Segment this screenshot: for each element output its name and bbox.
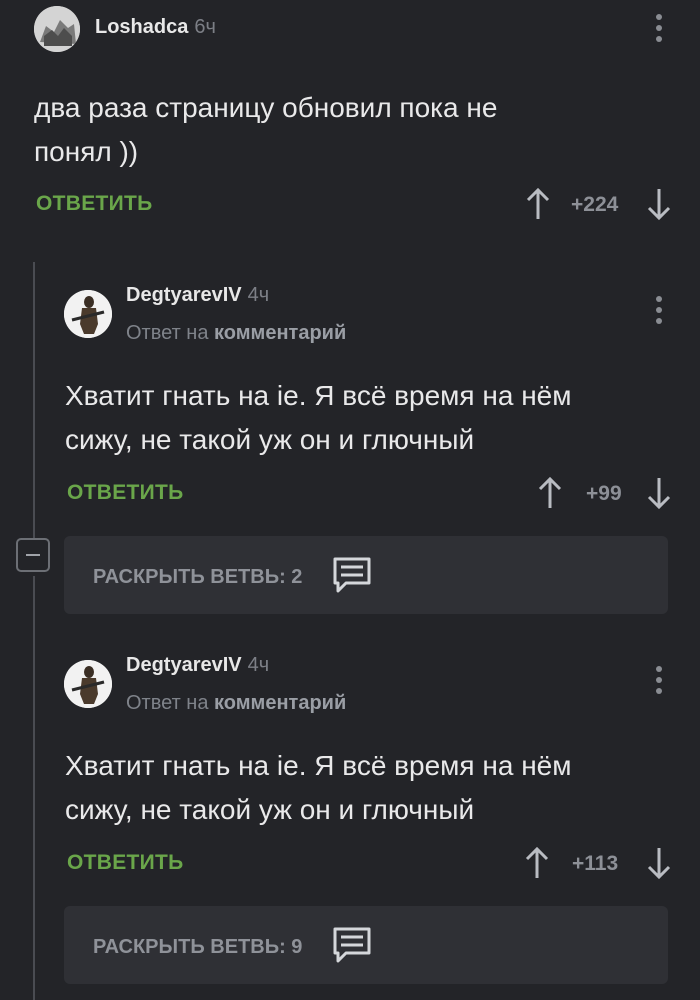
collapse-thread-button[interactable] <box>16 538 50 572</box>
expand-branch-button[interactable]: РАСКРЫТЬ ВЕТВЬ: 9 <box>64 906 668 984</box>
arrow-up-icon[interactable] <box>537 476 563 515</box>
arrow-down-icon[interactable] <box>646 476 672 515</box>
comment-text-line: Хватит гнать на ie. Я всё время на нём <box>65 380 572 411</box>
comment-time: 4ч <box>247 654 270 676</box>
reply-to-link[interactable]: комментарий <box>214 322 346 344</box>
comment-text: Хватит гнать на ie. Я всё время на нём с… <box>65 374 685 462</box>
arrow-up-icon[interactable] <box>525 187 551 226</box>
expand-branch-label: РАСКРЫТЬ ВЕТВЬ: 9 <box>93 936 303 958</box>
vote-score: +224 <box>571 193 619 216</box>
more-vertical-icon[interactable] <box>656 296 662 329</box>
reply-to-prefix: Ответ на <box>126 322 209 344</box>
comment-text-line: сижу, не такой уж он и глючный <box>65 794 475 825</box>
avatar[interactable] <box>64 290 112 338</box>
thread-line <box>33 262 35 538</box>
avatar[interactable] <box>34 6 80 52</box>
username[interactable]: Loshadca <box>95 16 188 38</box>
reply-button[interactable]: ОТВЕТИТЬ <box>67 481 184 505</box>
comment-time: 4ч <box>247 284 270 306</box>
reply-to: Ответ на комментарий <box>126 692 346 715</box>
comment-header: DegtyarevIV 4ч <box>126 284 269 307</box>
expand-branch-button[interactable]: РАСКРЫТЬ ВЕТВЬ: 2 <box>64 536 668 614</box>
reply-button[interactable]: ОТВЕТИТЬ <box>36 192 153 216</box>
arrow-down-icon[interactable] <box>646 846 672 885</box>
comment-text-line: Хватит гнать на ie. Я всё время на нём <box>65 750 572 781</box>
more-vertical-icon[interactable] <box>656 14 662 47</box>
comment-time: 6ч <box>194 16 216 38</box>
reply-to: Ответ на комментарий <box>126 322 346 345</box>
reply-to-link[interactable]: комментарий <box>214 692 346 714</box>
comment-text: два раза страницу обновил пока не понял … <box>34 86 674 174</box>
comment-header: DegtyarevIV 4ч <box>126 654 269 677</box>
comment-text: Хватит гнать на ie. Я всё время на нём с… <box>65 744 685 832</box>
vote-score: +113 <box>572 852 619 875</box>
more-vertical-icon[interactable] <box>656 666 662 699</box>
comment-icon <box>332 926 372 969</box>
comment-text-line: сижу, не такой уж он и глючный <box>65 424 475 455</box>
username[interactable]: DegtyarevIV <box>126 284 242 306</box>
vote-score: +99 <box>586 482 622 505</box>
arrow-up-icon[interactable] <box>524 846 550 885</box>
expand-branch-label: РАСКРЫТЬ ВЕТВЬ: 2 <box>93 566 303 588</box>
comment-text-line: понял )) <box>34 136 139 167</box>
thread-line <box>33 576 35 1000</box>
reply-button[interactable]: ОТВЕТИТЬ <box>67 851 184 875</box>
comment-icon <box>332 556 372 599</box>
avatar[interactable] <box>64 660 112 708</box>
comment-text-line: два раза страницу обновил пока не <box>34 92 498 123</box>
comment-header: Loshadca 6ч <box>95 16 216 39</box>
username[interactable]: DegtyarevIV <box>126 654 242 676</box>
arrow-down-icon[interactable] <box>646 187 672 226</box>
reply-to-prefix: Ответ на <box>126 692 209 714</box>
